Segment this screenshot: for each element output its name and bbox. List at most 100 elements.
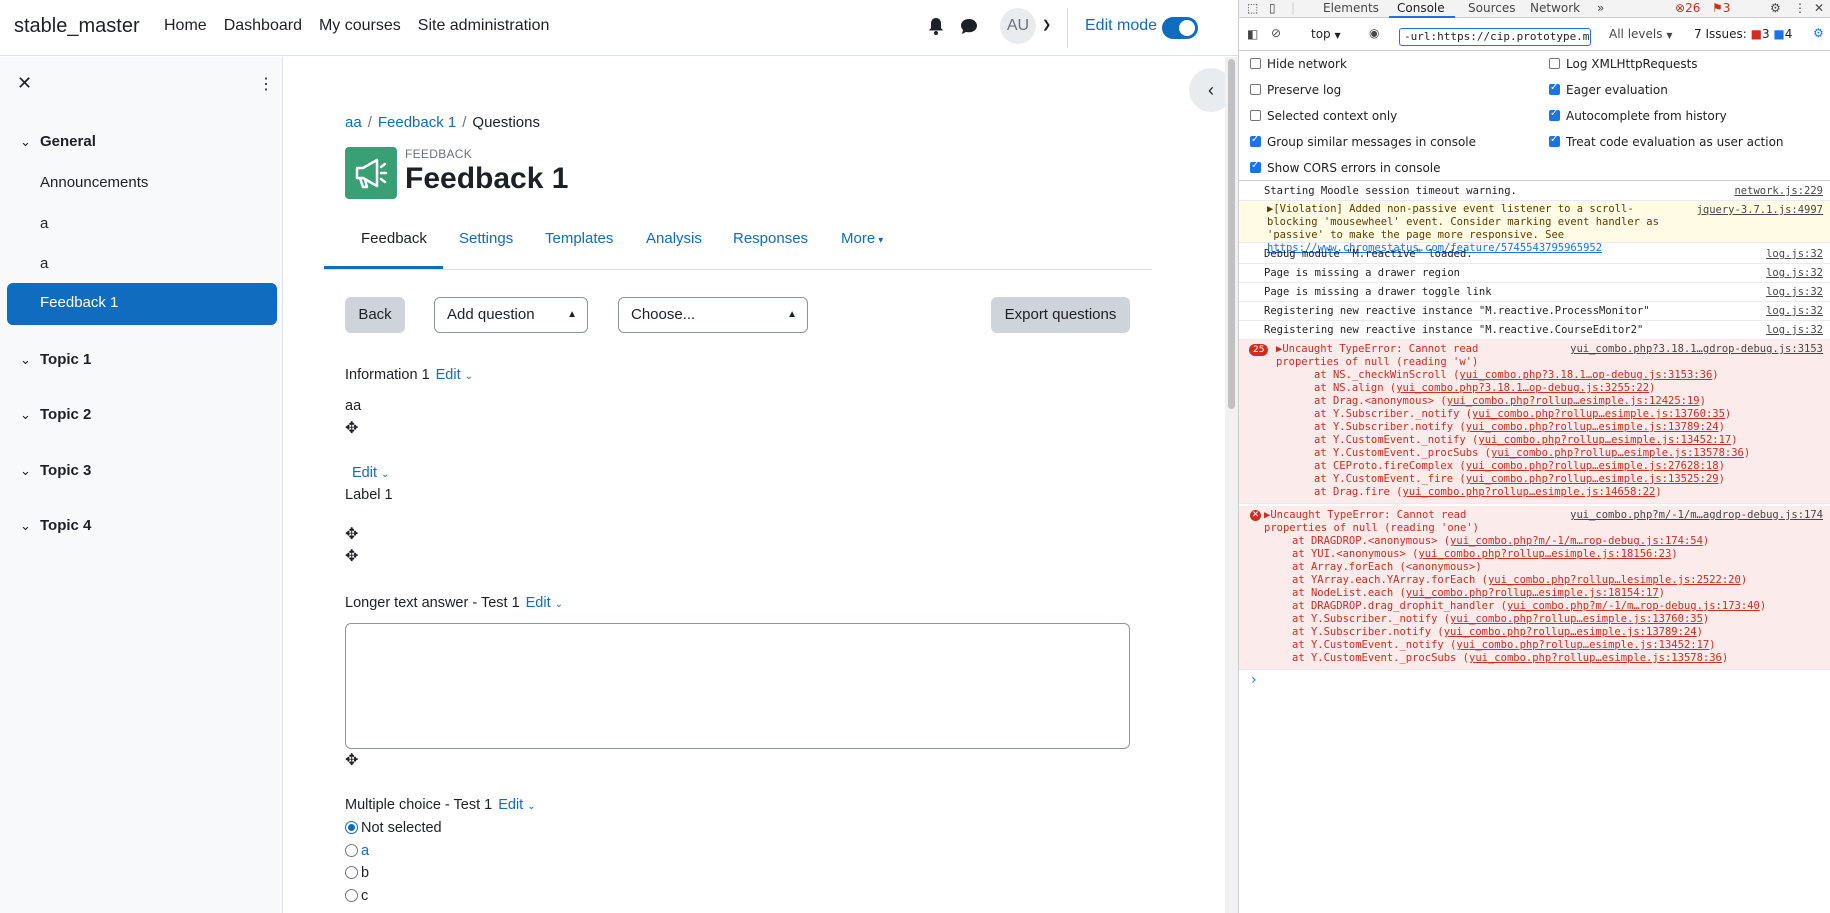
scrollbar-thumb[interactable] <box>1228 59 1235 409</box>
radio-button[interactable] <box>345 844 358 857</box>
message-source-link[interactable]: log.js:32 <box>1766 248 1823 261</box>
message-source-link[interactable]: yui_combo.php?m/-1/m…agdrop-debug.js:174 <box>1570 509 1823 522</box>
settings-gear-icon[interactable]: ⚙ <box>1770 1 1781 15</box>
back-button[interactable]: Back <box>345 297 405 333</box>
error-message[interactable]: ▶Uncaught TypeError: Cannot read propert… <box>1264 509 1504 535</box>
stack-frame-link[interactable]: yui_combo.php?rollup…esimple.js:13452:17 <box>1456 639 1709 651</box>
checkbox[interactable] <box>1250 84 1261 95</box>
stack-frame-link[interactable]: yui_combo.php?rollup…esimple.js:13525:29 <box>1466 473 1719 485</box>
nav-dashboard[interactable]: Dashboard <box>224 17 302 35</box>
edit-menu-link[interactable]: Edit ⌄ <box>352 465 389 481</box>
error-count-badge[interactable]: ⊗26 <box>1675 1 1700 15</box>
section-general[interactable]: ⌄ General <box>20 133 96 150</box>
radio-option-not-selected[interactable]: Not selected <box>345 820 442 836</box>
devtools-tab-network[interactable]: Network <box>1530 1 1580 15</box>
devtools-tab-elements[interactable]: Elements <box>1323 1 1379 15</box>
activity-a-2[interactable]: a <box>40 255 48 272</box>
stack-frame-link[interactable]: yui_combo.php?3.18.1…op-debug.js:3153:36 <box>1459 369 1712 381</box>
stack-frame-link[interactable]: yui_combo.php?rollup…esimple.js:12425:19 <box>1447 395 1700 407</box>
checkbox[interactable] <box>1549 82 1560 95</box>
edit-menu-link[interactable]: Edit ⌄ <box>498 797 535 813</box>
add-question-select[interactable]: Add question ▲ <box>434 297 588 333</box>
option-eager-eval[interactable]: Eager evaluation <box>1549 82 1668 97</box>
more-tabs-icon[interactable]: » <box>1597 1 1604 15</box>
stack-frame-link[interactable]: yui_combo.php?rollup…esimple.js:13789:24 <box>1444 626 1697 638</box>
option-preserve-log[interactable]: Preserve log <box>1250 83 1341 97</box>
console-prompt-icon[interactable]: › <box>1251 672 1257 688</box>
stack-frame-link[interactable]: yui_combo.php?rollup…esimple.js:13452:17 <box>1478 434 1731 446</box>
stack-frame-link[interactable]: yui_combo.php?m/-1/m…rop-debug.js:173:40 <box>1507 600 1760 612</box>
option-log-xhr[interactable]: Log XMLHttpRequests <box>1549 57 1698 71</box>
section-topic-3[interactable]: ⌄ Topic 3 <box>20 462 91 479</box>
activity-feedback-1-selected[interactable]: Feedback 1 <box>7 283 277 325</box>
console-filter-input[interactable]: -url:https://cip.prototype.moodle <box>1399 28 1591 46</box>
checkbox[interactable] <box>1549 108 1560 121</box>
stack-frame-link[interactable]: yui_combo.php?3.18.1…op-debug.js:3255:22 <box>1396 382 1649 394</box>
issues-button[interactable]: 7 Issues: ■3 ■4 <box>1694 27 1792 41</box>
nav-site-administration[interactable]: Site administration <box>418 17 550 35</box>
devtools-tab-console[interactable]: Console <box>1397 1 1445 15</box>
stack-frame-link[interactable]: yui_combo.php?rollup…esimple.js:13789:24 <box>1466 421 1719 433</box>
devtools-tab-sources[interactable]: Sources <box>1468 1 1515 15</box>
tab-settings[interactable]: Settings <box>459 230 513 247</box>
option-treat-as-user-action[interactable]: Treat code evaluation as user action <box>1549 134 1784 149</box>
tab-feedback[interactable]: Feedback <box>361 230 427 247</box>
breadcrumb-activity[interactable]: Feedback 1 <box>378 114 456 131</box>
radio-button[interactable] <box>345 889 358 902</box>
breadcrumb-course[interactable]: aa <box>345 114 362 131</box>
message-source-link[interactable]: jquery-3.7.1.js:4997 <box>1697 204 1823 217</box>
stack-frame-link[interactable]: yui_combo.php?rollup…esimple.js:13760:35 <box>1450 613 1703 625</box>
tab-more[interactable]: More ▾ <box>841 230 883 247</box>
warning-count-badge[interactable]: ⚑3 <box>1712 1 1730 15</box>
message-source-link[interactable]: log.js:32 <box>1766 305 1823 318</box>
option-selected-context[interactable]: Selected context only <box>1250 109 1397 123</box>
move-icon[interactable]: ✥ <box>345 546 358 566</box>
checkbox[interactable] <box>1250 134 1261 147</box>
drawer-menu-kebab-icon[interactable]: ⋮ <box>258 74 274 94</box>
message-source-link[interactable]: log.js:32 <box>1766 286 1823 299</box>
device-toolbar-icon[interactable]: ▯ <box>1269 1 1276 15</box>
tab-responses[interactable]: Responses <box>733 230 808 247</box>
option-group-similar[interactable]: Group similar messages in console <box>1250 134 1476 149</box>
context-select[interactable]: top ▼ <box>1311 27 1341 41</box>
tab-templates[interactable]: Templates <box>545 230 613 247</box>
live-expression-eye-icon[interactable]: ◉ <box>1369 26 1379 40</box>
messages-icon[interactable] <box>959 14 979 38</box>
message-source-link[interactable]: yui_combo.php?3.18.1…gdrop-debug.js:3153 <box>1570 343 1823 356</box>
message-source-link[interactable]: network.js:229 <box>1734 185 1823 198</box>
move-icon[interactable]: ✥ <box>345 524 358 544</box>
close-devtools-icon[interactable]: ✕ <box>1814 1 1824 15</box>
chevron-down-icon[interactable]: ⌄ <box>20 463 34 479</box>
section-topic-1[interactable]: ⌄ Topic 1 <box>20 351 91 368</box>
error-message[interactable]: ▶Uncaught TypeError: Cannot read propert… <box>1276 343 1516 369</box>
checkbox[interactable] <box>1250 160 1261 173</box>
inspect-element-icon[interactable]: ⬚ <box>1247 1 1258 15</box>
checkbox[interactable] <box>1250 110 1261 121</box>
user-avatar[interactable]: AU <box>1000 8 1036 44</box>
close-drawer-icon[interactable]: ✕ <box>17 73 32 94</box>
chevron-down-icon[interactable]: ⌄ <box>20 352 34 368</box>
move-icon[interactable]: ✥ <box>345 750 358 770</box>
radio-option-a[interactable]: a <box>345 843 369 859</box>
checkbox[interactable] <box>1549 134 1560 147</box>
tab-analysis[interactable]: Analysis <box>646 230 702 247</box>
radio-button[interactable] <box>345 821 358 834</box>
console-settings-gear-icon[interactable]: ⚙ <box>1813 26 1824 40</box>
stack-frame-link[interactable]: yui_combo.php?rollup…esimple.js:18154:17 <box>1406 587 1659 599</box>
devtools-kebab-icon[interactable]: ⋮ <box>1794 1 1806 15</box>
user-menu-chevron-icon[interactable]: ❯ <box>1042 18 1051 31</box>
option-hide-network[interactable]: Hide network <box>1250 57 1347 71</box>
chevron-down-icon[interactable]: ⌄ <box>20 518 34 534</box>
page-scrollbar[interactable] <box>1225 57 1238 913</box>
sidebar-toggle-icon[interactable]: ◧ <box>1247 27 1258 41</box>
stack-frame-link[interactable]: yui_combo.php?rollup…esimple.js:13578:36 <box>1491 447 1744 459</box>
nav-my-courses[interactable]: My courses <box>319 17 401 35</box>
log-levels-select[interactable]: All levels ▼ <box>1609 27 1672 41</box>
stack-frame-link[interactable]: yui_combo.php?rollup…lesimple.js:2522:20 <box>1488 574 1741 586</box>
bell-icon[interactable] <box>927 14 945 38</box>
checkbox[interactable] <box>1250 58 1261 69</box>
stack-frame-link[interactable]: yui_combo.php?rollup…esimple.js:13578:36 <box>1469 652 1722 664</box>
activity-a-1[interactable]: a <box>40 215 48 232</box>
checkbox[interactable] <box>1549 58 1560 69</box>
edit-menu-link[interactable]: Edit ⌄ <box>526 595 563 611</box>
